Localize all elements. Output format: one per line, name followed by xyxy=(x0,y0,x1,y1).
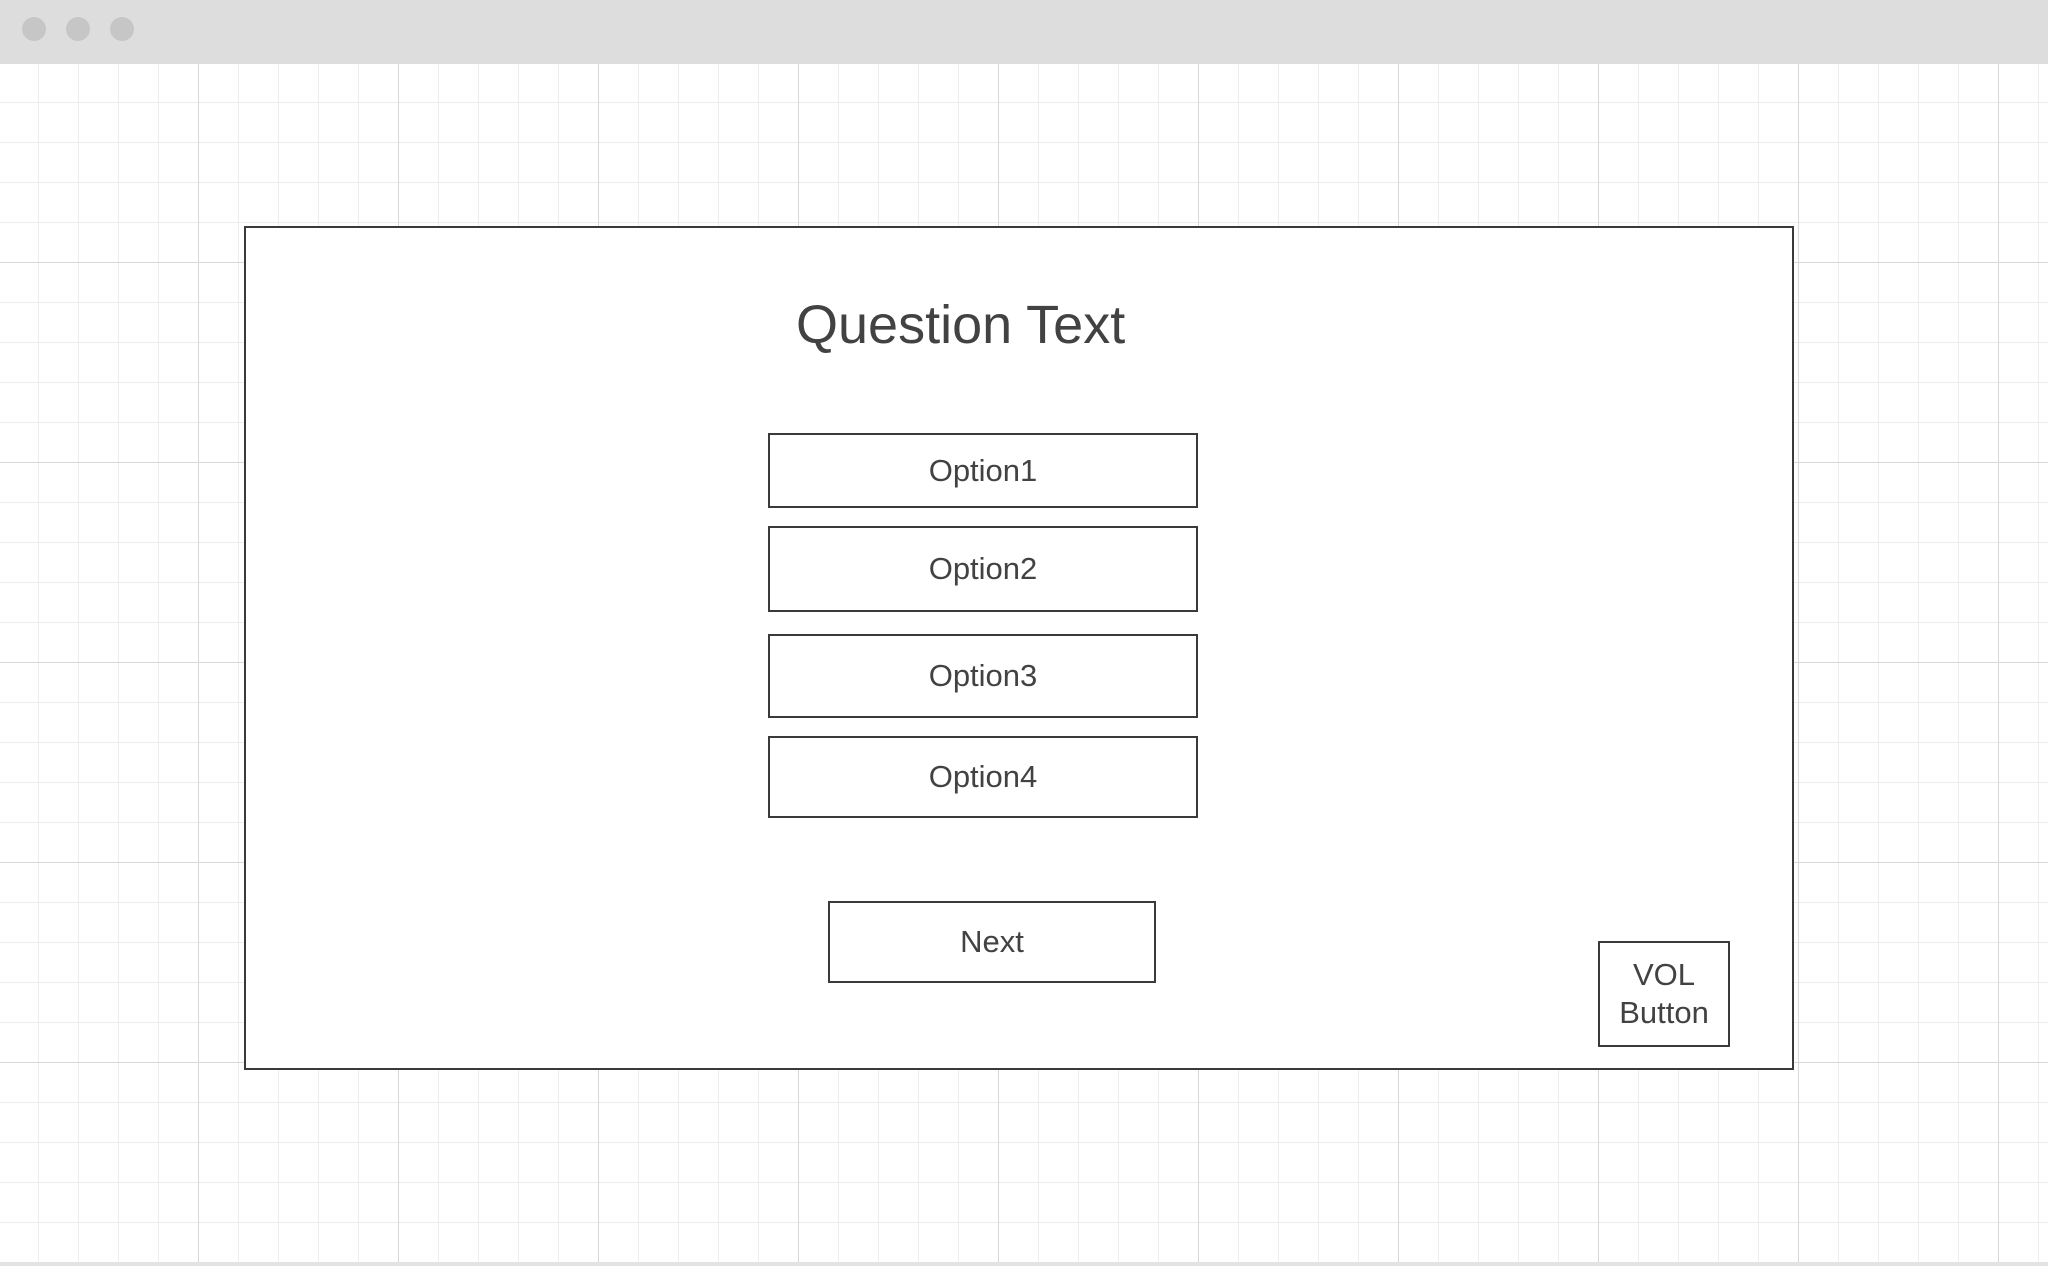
window-minimize-dot[interactable] xyxy=(66,17,90,41)
option-1-button[interactable]: Option1 xyxy=(768,433,1198,508)
next-button[interactable]: Next xyxy=(828,901,1156,983)
window-maximize-dot[interactable] xyxy=(110,17,134,41)
volume-button[interactable]: VOL Button xyxy=(1598,941,1730,1047)
window-titlebar xyxy=(0,0,2048,64)
question-text: Question Text xyxy=(796,295,1126,355)
option-4-button[interactable]: Option4 xyxy=(768,736,1198,818)
option-3-button[interactable]: Option3 xyxy=(768,634,1198,718)
volume-button-label-line2: Button xyxy=(1619,995,1709,1030)
window-close-dot[interactable] xyxy=(22,17,46,41)
volume-button-label-line1: VOL xyxy=(1632,957,1696,992)
option-2-button[interactable]: Option2 xyxy=(768,526,1198,612)
